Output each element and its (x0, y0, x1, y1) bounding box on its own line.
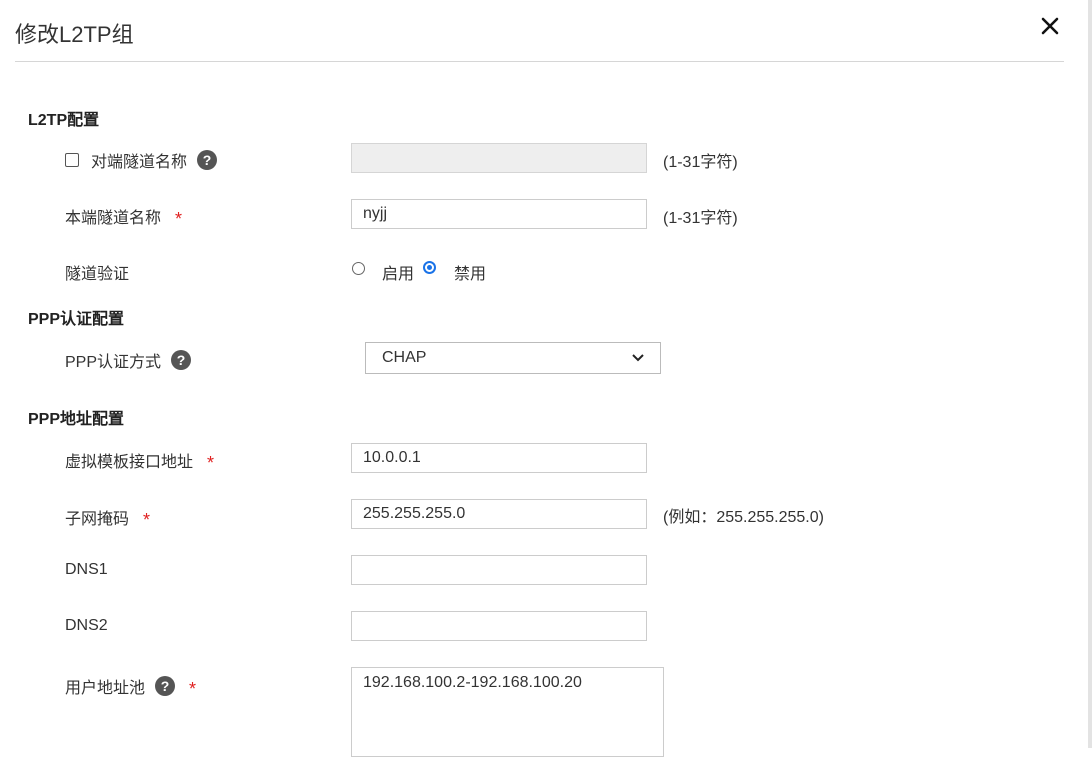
ppp-auth-method-value: CHAP (382, 349, 427, 366)
tunnel-auth-label: 隧道验证 (65, 266, 130, 283)
pool-row-label: 用户地址池 ? * (65, 674, 197, 699)
required-mark: * (189, 678, 197, 699)
pool-label: 用户地址池 (65, 680, 146, 697)
dns1-label: DNS1 (65, 561, 108, 578)
local-tunnel-name-input[interactable]: nyjj (351, 199, 647, 229)
help-icon[interactable]: ? (197, 150, 218, 170)
dns2-input[interactable] (351, 611, 647, 641)
dialog-title: 修改L2TP组 (15, 22, 134, 47)
mask-hint: (例如：255.255.255.0) (663, 509, 824, 526)
tunnel-auth-enable-radio[interactable] (352, 262, 365, 275)
tunnel-auth-enable-label[interactable]: 启用 (382, 260, 414, 284)
ppp-auth-method-row-label: PPP认证方式 ? (65, 348, 192, 372)
tunnel-auth-disable-radio[interactable] (423, 261, 436, 274)
mask-input[interactable]: 255.255.255.0 (351, 499, 647, 529)
peer-tunnel-name-label: 对端隧道名称 (91, 154, 188, 171)
tunnel-auth-disable-label[interactable]: 禁用 (454, 260, 486, 284)
peer-tunnel-name-checkbox[interactable] (65, 153, 79, 167)
peer-tunnel-name-input (351, 143, 647, 173)
vt-ip-label: 虚拟模板接口地址 (65, 454, 194, 471)
dns2-label: DNS2 (65, 617, 108, 634)
peer-tunnel-name-row-label: 对端隧道名称 ? (65, 148, 218, 172)
section-title-ppp-auth: PPP认证配置 (28, 311, 125, 328)
required-mark: * (207, 452, 215, 473)
help-icon[interactable]: ? (171, 350, 192, 370)
required-mark: * (143, 509, 151, 530)
peer-tunnel-name-hint: (1-31字符) (663, 154, 738, 171)
close-icon[interactable] (1041, 17, 1059, 35)
local-tunnel-name-row-label: 本端隧道名称 * (65, 204, 183, 229)
dns1-input[interactable] (351, 555, 647, 585)
ppp-auth-method-select[interactable]: CHAP (365, 342, 661, 374)
chevron-down-icon (632, 354, 644, 362)
ppp-auth-method-label: PPP认证方式 (65, 354, 162, 371)
mask-row-label: 子网掩码 * (65, 505, 151, 530)
close-button[interactable] (1036, 12, 1064, 40)
pool-textarea[interactable]: 192.168.100.2-192.168.100.20 (351, 667, 664, 757)
mask-label: 子网掩码 (65, 511, 130, 528)
section-title-l2tp: L2TP配置 (28, 112, 100, 129)
required-mark: * (175, 208, 183, 229)
scrollbar[interactable] (1088, 0, 1092, 748)
section-title-ppp-addr: PPP地址配置 (28, 411, 125, 428)
header-divider (15, 61, 1064, 62)
vt-ip-input[interactable]: 10.0.0.1 (351, 443, 647, 473)
local-tunnel-name-label: 本端隧道名称 (65, 210, 162, 227)
help-icon[interactable]: ? (155, 676, 176, 696)
local-tunnel-name-hint: (1-31字符) (663, 210, 738, 227)
vt-ip-row-label: 虚拟模板接口地址 * (65, 448, 215, 473)
